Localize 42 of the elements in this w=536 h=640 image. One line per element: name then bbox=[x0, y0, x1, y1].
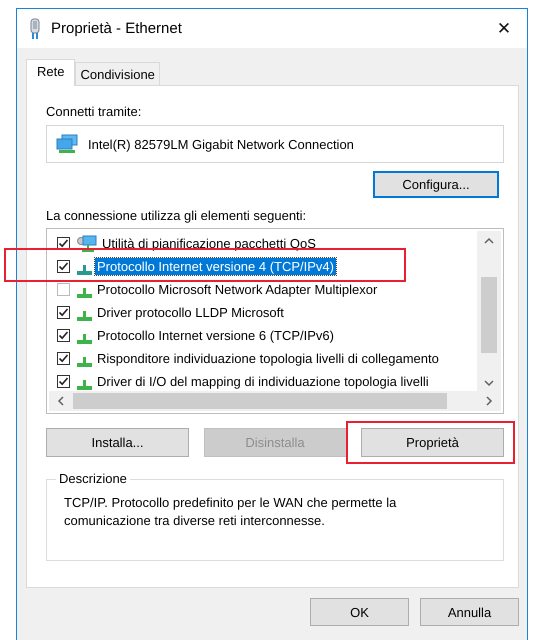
action-button[interactable]: Installa... bbox=[46, 428, 189, 457]
description-text: TCP/IP. Protocollo predefinito per le WAN che permette la comunicazione tra diverse reti interconnesse. bbox=[64, 494, 398, 530]
horizontal-scrollbar[interactable] bbox=[49, 391, 501, 411]
adapter-name: Intel(R) 82579LM Gigabit Network Connection bbox=[88, 136, 354, 152]
items-label: La connessione utilizza gli elementi seguenti: bbox=[46, 208, 306, 223]
checkbox[interactable] bbox=[57, 329, 70, 342]
list-item[interactable]: Driver protocollo LLDP Microsoft bbox=[95, 304, 286, 321]
protocol-icon bbox=[77, 288, 92, 298]
scroll-up-icon[interactable] bbox=[484, 237, 494, 245]
list-item[interactable]: Risponditore individuazione topologia livelli di collegamento bbox=[95, 350, 441, 367]
tab[interactable]: Rete bbox=[26, 59, 76, 86]
window-title: Proprietà - Ethernet bbox=[51, 20, 183, 37]
list-item[interactable]: Driver di I/O del mapping di individuazione topologia livelli bbox=[95, 373, 431, 390]
action-button[interactable]: Proprietà bbox=[361, 428, 504, 457]
vertical-scrollbar[interactable] bbox=[477, 231, 501, 393]
scroll-right-icon[interactable] bbox=[485, 396, 493, 406]
close-button[interactable]: ✕ bbox=[481, 9, 527, 48]
protocol-icon bbox=[77, 264, 92, 274]
dialog-button[interactable]: OK bbox=[310, 598, 409, 626]
protocol-icon bbox=[77, 380, 92, 390]
scroll-down-icon[interactable] bbox=[484, 379, 494, 387]
network-adapter-icon bbox=[56, 134, 78, 154]
protocol-icon bbox=[77, 356, 92, 366]
list-item[interactable]: Utilità di pianificazione pacchetti QoS bbox=[100, 235, 318, 252]
checkbox[interactable] bbox=[57, 306, 70, 319]
scroll-left-icon[interactable] bbox=[57, 396, 65, 406]
network-cable-icon bbox=[29, 18, 41, 40]
checkbox[interactable] bbox=[57, 352, 70, 365]
tab[interactable]: Condivisione bbox=[75, 62, 160, 85]
connect-label: Connetti tramite: bbox=[46, 104, 142, 119]
computer-service-icon bbox=[77, 234, 97, 252]
dialog-button[interactable]: Annulla bbox=[420, 598, 519, 626]
protocol-icon bbox=[77, 310, 92, 320]
configure-button[interactable]: Configura... bbox=[373, 171, 499, 198]
checkbox[interactable] bbox=[57, 260, 70, 273]
list-item[interactable]: Protocollo Microsoft Network Adapter Multiplexor bbox=[95, 281, 380, 298]
protocol-icon bbox=[77, 334, 92, 344]
checkbox[interactable] bbox=[57, 283, 70, 296]
list-item[interactable]: Protocollo Internet versione 4 (TCP/IPv4) bbox=[95, 258, 336, 275]
description-title: Descrizione bbox=[56, 471, 130, 486]
list-item[interactable]: Protocollo Internet versione 6 (TCP/IPv6) bbox=[95, 327, 336, 344]
checkbox[interactable] bbox=[57, 375, 70, 388]
